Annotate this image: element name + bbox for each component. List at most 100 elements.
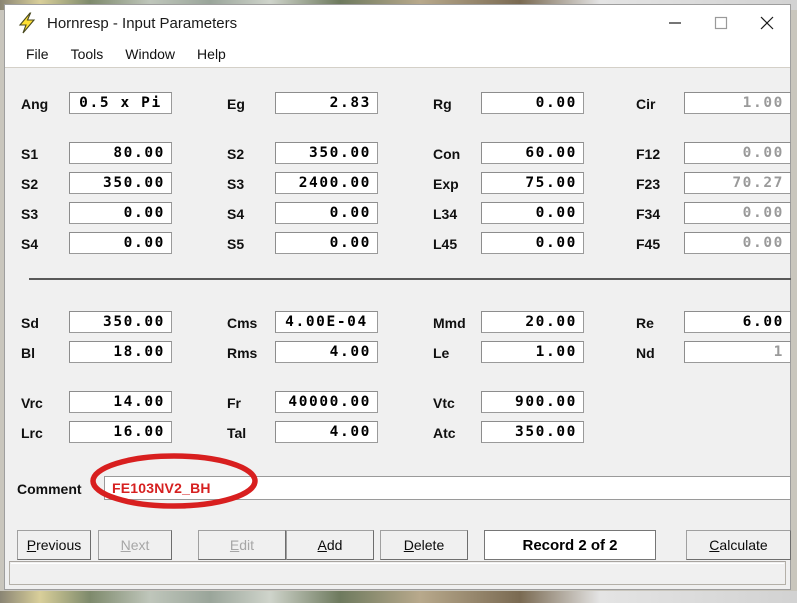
window-controls [652, 5, 790, 41]
hornresp-input-parameters-window: Hornresp - Input Parameters File Tools W… [4, 4, 791, 590]
param-field-le[interactable]: 1.00 [481, 341, 584, 363]
param-field-tal[interactable]: 4.00 [275, 421, 378, 443]
param-field-ang[interactable]: 0.5 x Pi [69, 92, 172, 114]
param-field-cir: 1.00 [684, 92, 791, 114]
next-button: Next [98, 530, 172, 560]
param-label-lrc: Lrc [21, 425, 43, 441]
param-row-1: Ang 0.5 x Pi Eg 2.83 Rg 0.00 Cir 1.00 [5, 92, 791, 116]
param-label-nd: Nd [636, 345, 655, 361]
param-field-f45: 0.00 [684, 232, 791, 254]
menu-bar: File Tools Window Help [5, 41, 790, 67]
title-bar: Hornresp - Input Parameters [5, 5, 790, 41]
param-label-exp: Exp [433, 176, 459, 192]
lightning-bolt-icon [15, 11, 39, 35]
previous-button[interactable]: Previous [17, 530, 91, 560]
param-field-rg[interactable]: 0.00 [481, 92, 584, 114]
param-field-mmd[interactable]: 20.00 [481, 311, 584, 333]
param-label-f12: F12 [636, 146, 661, 162]
param-label-re: Re [636, 315, 654, 331]
edit-button-label: Edit [229, 537, 255, 553]
param-field-bl[interactable]: 18.00 [69, 341, 172, 363]
param-label-mmd: Mmd [433, 315, 466, 331]
previous-button-label: Previous [26, 537, 82, 553]
menu-item-window[interactable]: Window [114, 44, 186, 65]
param-field-con[interactable]: 60.00 [481, 142, 584, 164]
param-label-f23: F23 [636, 176, 661, 192]
param-label-bl: Bl [21, 345, 35, 361]
param-field-s3-top[interactable]: 2400.00 [275, 172, 378, 194]
param-label-cir: Cir [636, 96, 656, 112]
menu-item-help[interactable]: Help [186, 44, 237, 65]
param-label-le: Le [433, 345, 450, 361]
param-row-7: Bl 18.00 Rms 4.00 Le 1.00 Nd 1 [5, 341, 791, 365]
param-row-2: S1 80.00 S2 350.00 Con 60.00 F12 0.00 [5, 142, 791, 166]
param-row-8: Vrc 14.00 Fr 40000.00 Vtc 900.00 [5, 391, 790, 415]
param-label-s2: S2 [21, 176, 39, 192]
param-label-fr: Fr [227, 395, 241, 411]
param-field-lrc[interactable]: 16.00 [69, 421, 172, 443]
comment-label: Comment [17, 481, 82, 497]
param-field-vrc[interactable]: 14.00 [69, 391, 172, 413]
param-label-s1: S1 [21, 146, 39, 162]
screen: Hornresp - Input Parameters File Tools W… [0, 0, 797, 603]
calculate-button-label: Calculate [709, 537, 768, 553]
menu-item-file[interactable]: File [15, 44, 60, 65]
delete-button[interactable]: Delete [380, 530, 468, 560]
param-field-s4-top[interactable]: 0.00 [275, 202, 378, 224]
add-button-label: Add [317, 537, 343, 553]
param-row-5: S4 0.00 S5 0.00 L45 0.00 F45 0.00 [5, 232, 791, 256]
param-field-s4[interactable]: 0.00 [69, 232, 172, 254]
param-field-nd: 1 [684, 341, 791, 363]
param-field-cms[interactable]: 4.00E-04 [275, 311, 378, 333]
param-label-rms: Rms [227, 345, 258, 361]
param-field-s1[interactable]: 80.00 [69, 142, 172, 164]
param-field-s3[interactable]: 0.00 [69, 202, 172, 224]
param-field-s5[interactable]: 0.00 [275, 232, 378, 254]
next-button-label: Next [120, 537, 150, 553]
comment-row: Comment FE103NV2_BH [5, 476, 791, 502]
param-row-4: S3 0.00 S4 0.00 L34 0.00 F34 0.00 [5, 202, 791, 226]
param-label-s5: S5 [227, 236, 245, 252]
status-bar [9, 561, 786, 585]
param-field-fr[interactable]: 40000.00 [275, 391, 378, 413]
param-label-cms: Cms [227, 315, 258, 331]
param-field-f23: 70.27 [684, 172, 791, 194]
param-label-tal: Tal [227, 425, 247, 441]
button-row: Previous Next Edit Add Delete Record 2 o… [5, 530, 791, 562]
delete-button-label: Delete [403, 537, 445, 553]
param-field-s2-top[interactable]: 350.00 [275, 142, 378, 164]
param-field-exp[interactable]: 75.00 [481, 172, 584, 194]
client-area: Ang 0.5 x Pi Eg 2.83 Rg 0.00 Cir 1.00 S1… [5, 67, 791, 589]
param-label-l45: L45 [433, 236, 458, 252]
param-label-l34: L34 [433, 206, 458, 222]
record-display: Record 2 of 2 [484, 530, 656, 560]
minimize-button[interactable] [652, 5, 698, 41]
param-field-l34[interactable]: 0.00 [481, 202, 584, 224]
close-button[interactable] [744, 5, 790, 41]
param-label-vtc: Vtc [433, 395, 455, 411]
param-field-rms[interactable]: 4.00 [275, 341, 378, 363]
param-label-atc: Atc [433, 425, 456, 441]
param-label-rg: Rg [433, 96, 452, 112]
param-label-s3: S3 [21, 206, 39, 222]
maximize-button[interactable] [698, 5, 744, 41]
param-field-atc[interactable]: 350.00 [481, 421, 584, 443]
param-label-s2-top: S2 [227, 146, 245, 162]
param-field-eg[interactable]: 2.83 [275, 92, 378, 114]
param-field-sd[interactable]: 350.00 [69, 311, 172, 333]
param-field-vtc[interactable]: 900.00 [481, 391, 584, 413]
menu-item-tools[interactable]: Tools [60, 44, 115, 65]
param-field-s2[interactable]: 350.00 [69, 172, 172, 194]
param-label-con: Con [433, 146, 461, 162]
param-label-s4-top: S4 [227, 206, 245, 222]
desktop-background-bottom [0, 591, 797, 603]
status-bar-text [11, 563, 784, 583]
add-button[interactable]: Add [286, 530, 374, 560]
param-row-6: Sd 350.00 Cms 4.00E-04 Mmd 20.00 Re 6.00 [5, 311, 791, 335]
param-label-ang: Ang [21, 96, 49, 112]
param-field-re[interactable]: 6.00 [684, 311, 791, 333]
comment-input[interactable]: FE103NV2_BH [104, 476, 791, 500]
param-label-s4: S4 [21, 236, 39, 252]
calculate-button[interactable]: Calculate [686, 530, 791, 560]
param-field-l45[interactable]: 0.00 [481, 232, 584, 254]
